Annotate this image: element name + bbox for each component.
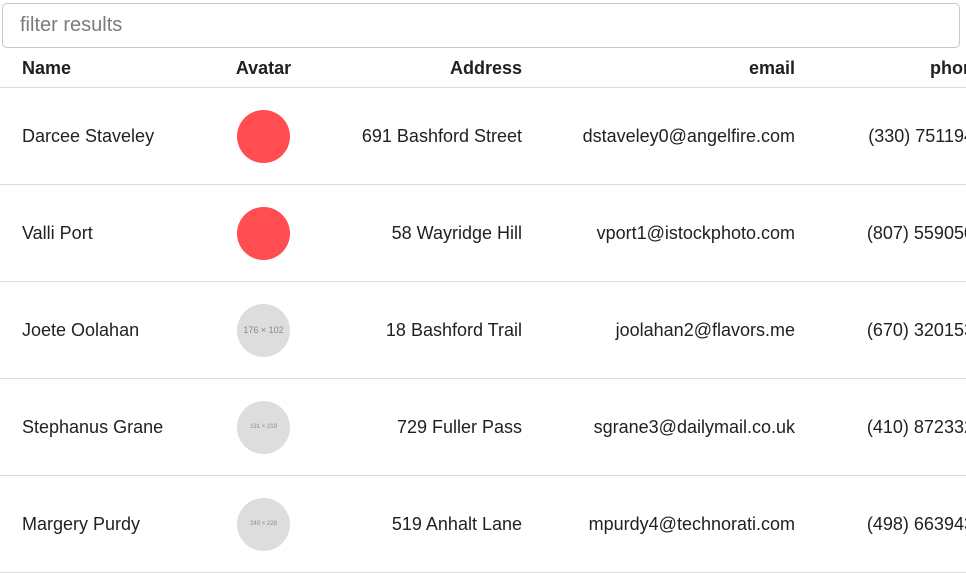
avatar <box>237 206 290 260</box>
filter-results-input[interactable] <box>3 4 959 47</box>
table-row[interactable]: Joete Oolahan 176 × 102 18 Bashford Trai… <box>0 281 966 379</box>
avatar: 176 × 102 <box>237 303 290 357</box>
avatar: 240 × 228 <box>237 497 290 551</box>
cell-name: Joete Oolahan <box>0 281 217 379</box>
cell-avatar: 176 × 102 <box>217 281 310 379</box>
cell-name: Darcee Staveley <box>0 87 217 185</box>
avatar: 131 × 219 <box>237 400 290 454</box>
avatar-placeholder-text: 176 × 102 <box>243 325 284 335</box>
avatar-placeholder-text: 240 × 228 <box>250 521 277 527</box>
cell-address: 18 Bashford Trail <box>310 281 522 379</box>
search-box[interactable] <box>2 3 960 48</box>
cell-phone: (498) 6639434 <box>795 475 966 573</box>
table-row[interactable]: Darcee Staveley 691 Bashford Street dsta… <box>0 87 966 185</box>
cell-email: dstaveley0@angelfire.com <box>522 87 795 185</box>
cell-avatar <box>217 87 310 185</box>
cell-avatar: 131 × 219 <box>217 378 310 476</box>
column-header-email[interactable]: email <box>522 50 795 88</box>
cell-avatar: 240 × 228 <box>217 475 310 573</box>
cell-avatar <box>217 184 310 282</box>
cell-address: 691 Bashford Street <box>310 87 522 185</box>
cell-address: 58 Wayridge Hill <box>310 184 522 282</box>
avatar <box>237 109 290 163</box>
cell-phone: (807) 5590500 <box>795 184 966 282</box>
table-row[interactable]: Valli Port 58 Wayridge Hill vport1@istoc… <box>0 184 966 282</box>
cell-address: 729 Fuller Pass <box>310 378 522 476</box>
avatar-placeholder-text: 131 × 219 <box>250 424 277 430</box>
cell-name: Margery Purdy <box>0 475 217 573</box>
cell-name: Stephanus Grane <box>0 378 217 476</box>
cell-email: joolahan2@flavors.me <box>522 281 795 379</box>
results-table: Name Avatar Address email phone Darcee S… <box>0 50 966 573</box>
column-header-address[interactable]: Address <box>310 50 522 88</box>
cell-phone: (330) 7511940 <box>795 87 966 185</box>
cell-email: mpurdy4@technorati.com <box>522 475 795 573</box>
cell-email: vport1@istockphoto.com <box>522 184 795 282</box>
column-header-name[interactable]: Name <box>0 50 217 88</box>
cell-phone: (410) 8723323 <box>795 378 966 476</box>
table-row[interactable]: Stephanus Grane 131 × 219 729 Fuller Pas… <box>0 378 966 476</box>
table-header-row: Name Avatar Address email phone <box>0 50 966 88</box>
cell-address: 519 Anhalt Lane <box>310 475 522 573</box>
cell-phone: (670) 3201530 <box>795 281 966 379</box>
cell-name: Valli Port <box>0 184 217 282</box>
column-header-phone[interactable]: phone <box>795 50 966 88</box>
table-row[interactable]: Margery Purdy 240 × 228 519 Anhalt Lane … <box>0 475 966 573</box>
column-header-avatar[interactable]: Avatar <box>217 50 310 88</box>
cell-email: sgrane3@dailymail.co.uk <box>522 378 795 476</box>
